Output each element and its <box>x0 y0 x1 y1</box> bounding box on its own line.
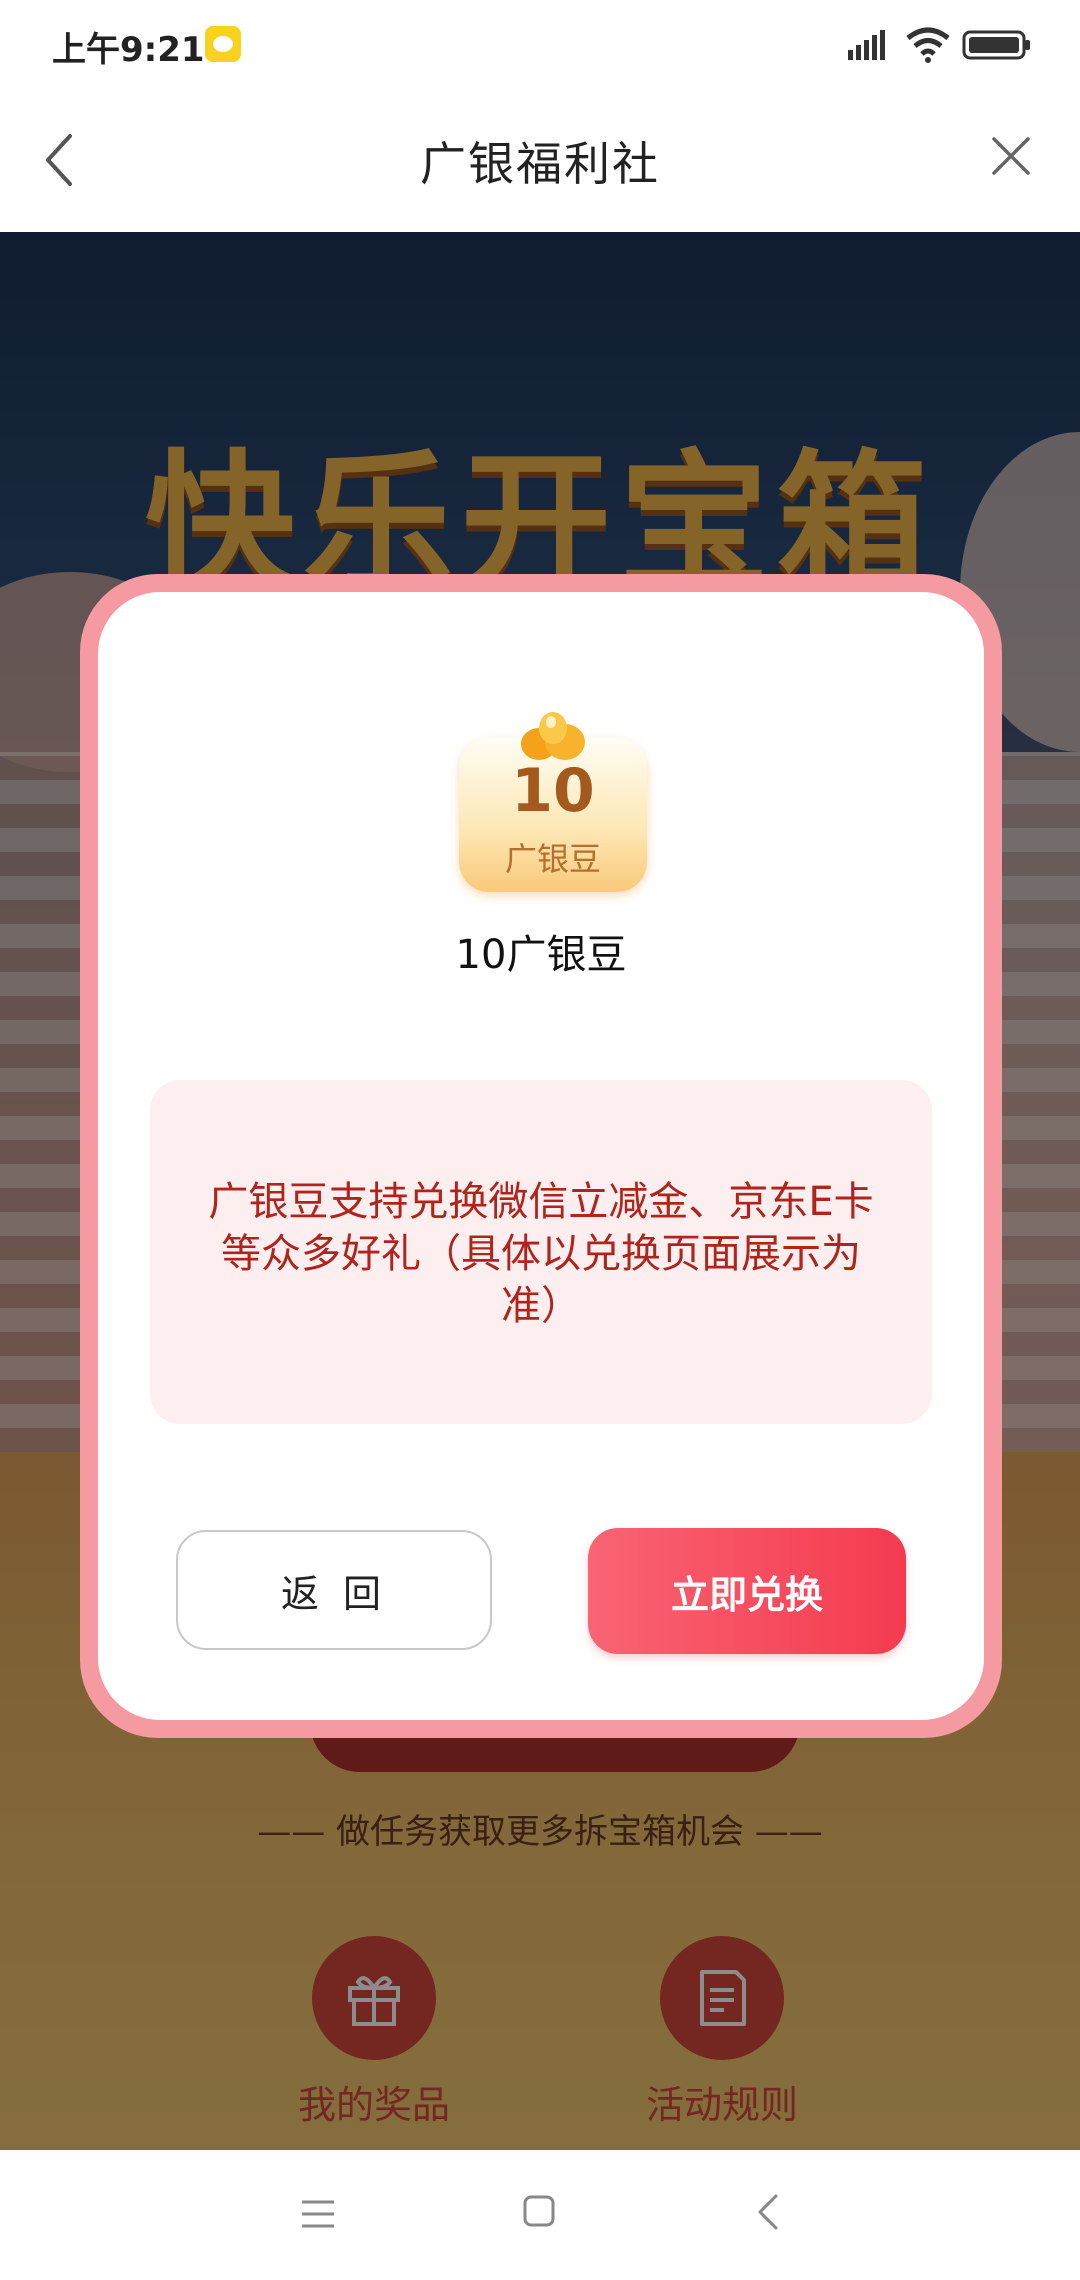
prize-icon: 10 广银豆 <box>459 708 647 892</box>
info-text: 广银豆支持兑换微信立减金、京东E卡等众多好礼（具体以兑换页面展示为准） <box>208 1179 874 1329</box>
home-square-icon[interactable] <box>522 2194 556 2228</box>
signal-icon <box>848 30 885 60</box>
prize-card-value: 10 <box>511 756 595 826</box>
prize-card-unit: 广银豆 <box>504 840 601 878</box>
page-title: 广银福利社 <box>420 137 660 191</box>
redeem-now-button[interactable]: 立即兑换 <box>588 1528 906 1654</box>
prize-modal: 10 广银豆 10广银豆 广银豆支持兑换微信立减金、京东E卡等众多好礼（具体以兑… <box>80 574 1002 1738</box>
bean-icon <box>521 712 585 760</box>
app-notification-icon <box>205 26 241 62</box>
status-bar: 上午9:21 <box>0 0 1080 90</box>
prize-modal-body: 10 广银豆 10广银豆 广银豆支持兑换微信立减金、京东E卡等众多好礼（具体以兑… <box>98 592 984 1720</box>
return-button[interactable]: 返 回 <box>176 1530 492 1650</box>
battery-icon <box>962 30 1030 60</box>
menu-icon[interactable] <box>300 2198 336 2230</box>
back-chevron-icon[interactable] <box>756 2192 780 2232</box>
info-box: 广银豆支持兑换微信立减金、京东E卡等众多好礼（具体以兑换页面展示为准） <box>150 1080 932 1424</box>
wifi-icon <box>906 27 950 63</box>
system-nav-bar <box>0 2150 1080 2280</box>
status-time: 上午9:21 <box>52 30 205 70</box>
nav-header: 广银福利社 <box>0 90 1080 232</box>
close-x-icon[interactable] <box>990 135 1032 177</box>
prize-name: 10广银豆 <box>455 932 627 978</box>
